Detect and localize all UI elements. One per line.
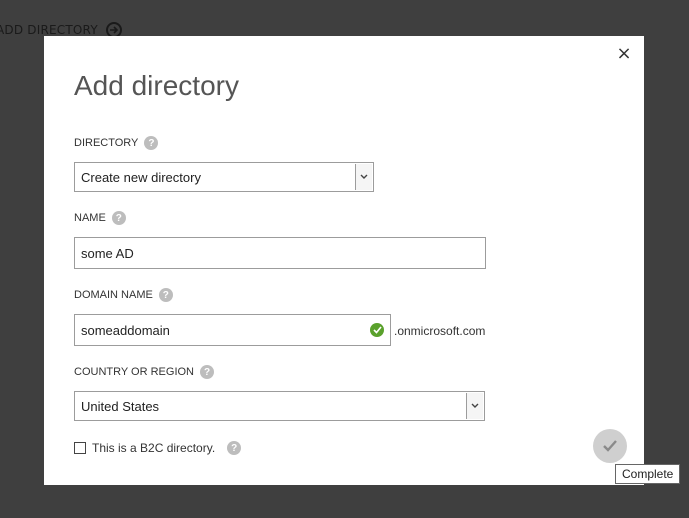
check-circle-icon — [370, 323, 384, 337]
directory-label-row: DIRECTORY ? — [74, 136, 159, 150]
help-icon[interactable]: ? — [144, 136, 159, 150]
name-label-row: NAME ? — [74, 211, 126, 225]
directory-select[interactable]: Create new directory — [74, 162, 374, 192]
domain-suffix: .onmicrosoft.com — [394, 324, 486, 338]
chevron-down-icon[interactable] — [355, 164, 372, 190]
help-icon[interactable]: ? — [227, 441, 242, 455]
backdrop-header-label: ADD DIRECTORY — [0, 23, 98, 37]
domain-name-value: someaddomain — [81, 322, 170, 338]
domain-label-row: DOMAIN NAME ? — [74, 288, 173, 302]
name-input[interactable]: some AD — [74, 237, 486, 269]
country-select-value: United States — [81, 398, 160, 414]
b2c-checkbox[interactable] — [74, 442, 86, 454]
close-icon[interactable]: × — [616, 45, 632, 63]
b2c-checkbox-row: This is a B2C directory. ? — [74, 441, 242, 455]
help-icon[interactable]: ? — [111, 211, 126, 225]
help-icon[interactable]: ? — [158, 288, 173, 302]
chevron-down-icon[interactable] — [466, 393, 483, 419]
b2c-checkbox-label[interactable]: This is a B2C directory. — [92, 441, 215, 455]
checkmark-icon — [602, 437, 618, 456]
country-select[interactable]: United States — [74, 391, 485, 421]
country-label: COUNTRY OR REGION — [74, 366, 194, 378]
complete-button[interactable] — [593, 429, 627, 463]
help-icon[interactable]: ? — [200, 365, 214, 379]
directory-label: DIRECTORY — [74, 137, 139, 149]
directory-select-value: Create new directory — [81, 169, 201, 185]
dialog-title: Add directory — [74, 70, 239, 101]
name-label: NAME — [74, 212, 106, 224]
complete-tooltip: Complete — [615, 464, 681, 484]
country-label-row: COUNTRY OR REGION ? — [74, 365, 214, 379]
domain-name-label: DOMAIN NAME — [74, 289, 153, 301]
add-directory-dialog: × Add directory DIRECTORY ? Create new d… — [44, 36, 644, 485]
domain-name-input[interactable]: someaddomain — [74, 314, 391, 346]
